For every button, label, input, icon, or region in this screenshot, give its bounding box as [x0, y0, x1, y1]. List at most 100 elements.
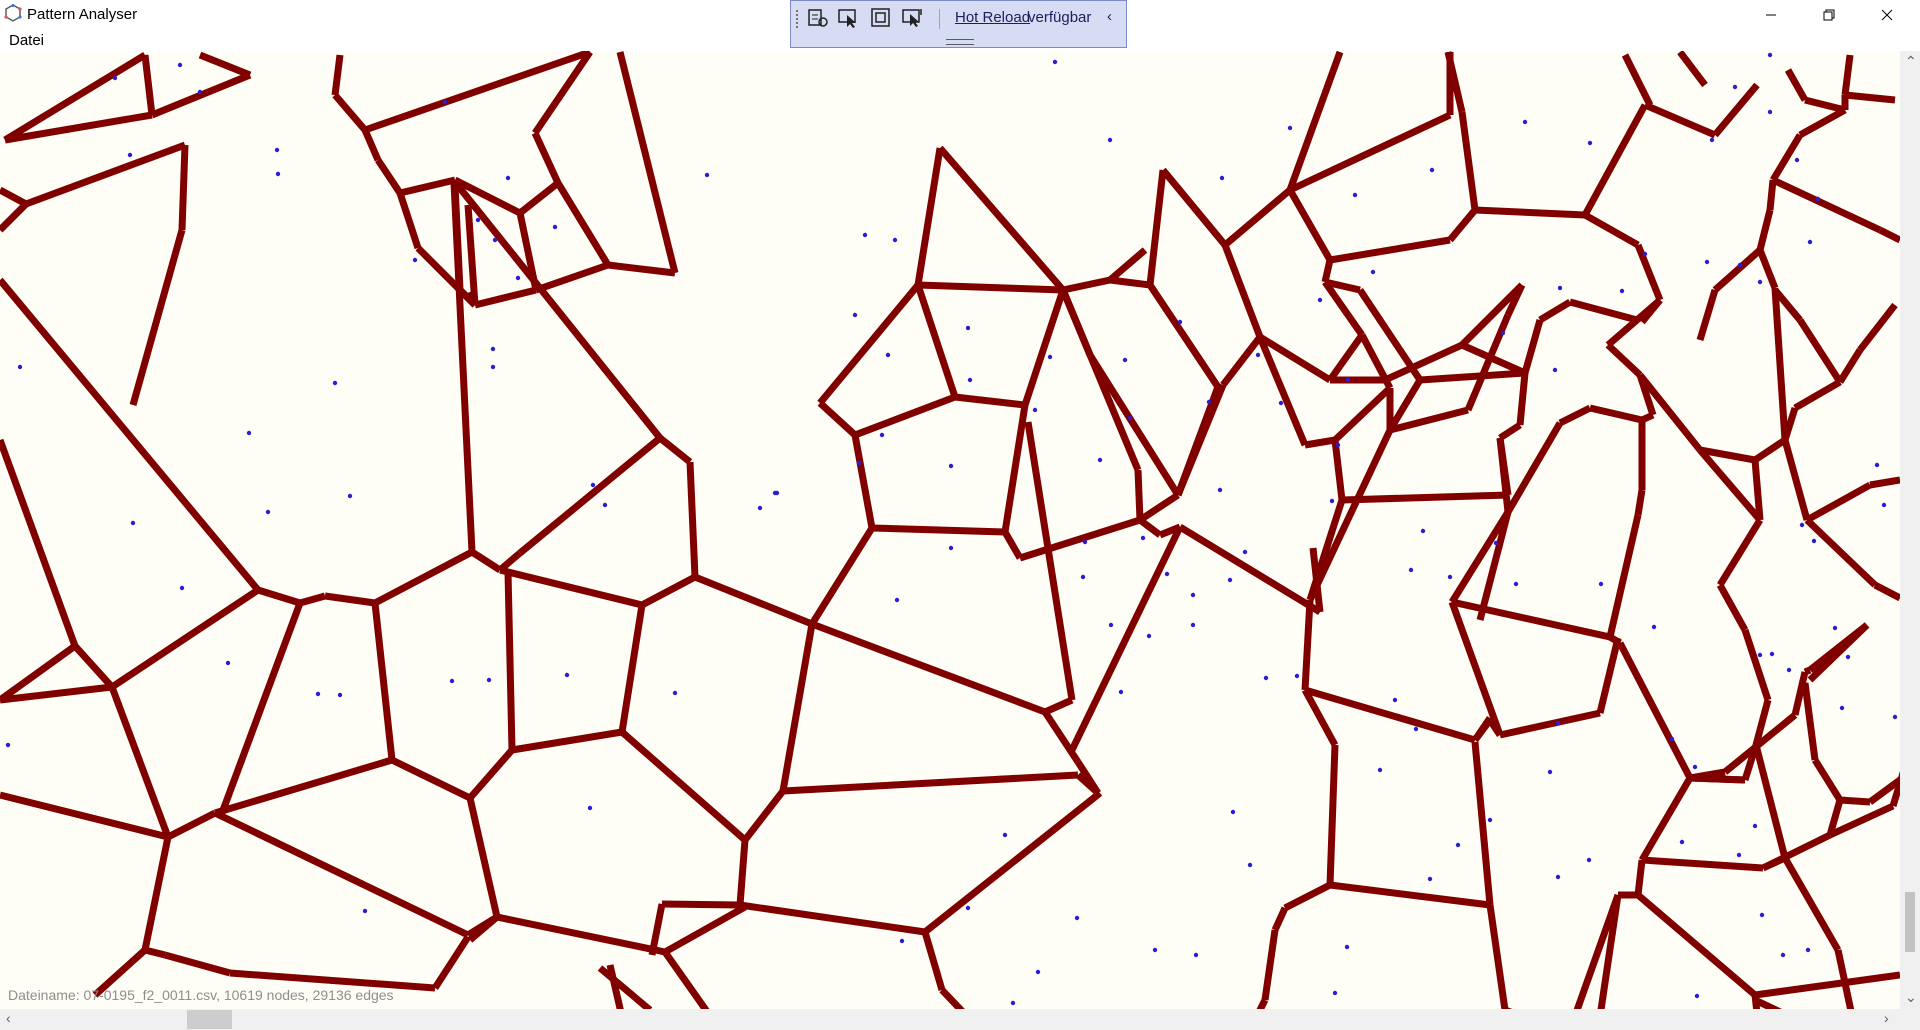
- graph-node: [1587, 140, 1593, 146]
- graph-node: [1344, 944, 1350, 950]
- hot-reload-link[interactable]: Hot Reload: [955, 9, 1030, 26]
- graph-node: [899, 938, 905, 944]
- graph-edge: [663, 903, 747, 956]
- graph-edge: [939, 987, 965, 1009]
- graph-edge: [1589, 404, 1643, 424]
- graph-edge: [1844, 91, 1896, 104]
- graph-node: [1035, 969, 1041, 975]
- graph-edge: [1419, 369, 1526, 384]
- graph-edge: [1147, 283, 1221, 389]
- scroll-left-icon[interactable]: ‹: [6, 1010, 11, 1026]
- display-layout-adorners-icon[interactable]: [869, 7, 893, 29]
- graph-node: [1769, 651, 1775, 657]
- scroll-up-icon[interactable]: ⌃: [1905, 53, 1917, 70]
- live-visual-tree-icon[interactable]: [806, 7, 830, 29]
- graph-edge: [1087, 353, 1181, 497]
- graph-node: [1455, 842, 1461, 848]
- graph-node: [1219, 175, 1225, 181]
- graph-edge: [1018, 516, 1142, 562]
- horizontal-scrollbar[interactable]: ‹ ›: [0, 1009, 1900, 1030]
- graph-edge: [1261, 929, 1279, 1001]
- graph-canvas[interactable]: Dateiname: 07-0195_f2_0011.csv, 10619 no…: [0, 51, 1900, 1009]
- graph-edge: [466, 797, 501, 918]
- graph-edge: [1781, 856, 1842, 952]
- graph-node: [1704, 259, 1710, 265]
- graph-edge: [1793, 378, 1842, 412]
- graph-node: [1832, 625, 1838, 631]
- graph-node: [449, 678, 455, 684]
- restore-button[interactable]: [1806, 0, 1852, 29]
- close-button[interactable]: [1864, 0, 1910, 29]
- graph-edge: [1329, 881, 1491, 909]
- graph-edge: [1640, 411, 1655, 424]
- graph-edge: [1756, 248, 1779, 290]
- graph-edge: [851, 434, 876, 529]
- graph-edge: [1286, 188, 1334, 262]
- graph-edge: [1634, 243, 1664, 302]
- graph-edge: [871, 524, 1006, 536]
- graph-node: [1815, 196, 1821, 202]
- graph-edge: [1696, 288, 1719, 342]
- graph-edge: [1458, 111, 1479, 211]
- voronoi-graph[interactable]: [0, 51, 1900, 1009]
- graph-node: [1522, 119, 1528, 125]
- graph-node: [1427, 876, 1433, 882]
- graph-edge: [662, 949, 710, 1009]
- graph-node: [1097, 457, 1103, 463]
- graph-edge: [1256, 998, 1269, 1009]
- graph-edge: [0, 791, 169, 841]
- graph-edge: [1504, 421, 1564, 514]
- graph-node: [197, 89, 203, 95]
- graph-edge: [229, 969, 436, 992]
- toolbar-drag-handle[interactable]: [946, 39, 974, 45]
- graph-node: [1002, 832, 1008, 838]
- scroll-down-icon[interactable]: ⌄: [1905, 989, 1917, 1006]
- graph-edge: [324, 592, 376, 607]
- graph-node: [1122, 357, 1128, 363]
- select-element-icon[interactable]: [837, 7, 861, 29]
- graph-node: [1752, 823, 1758, 829]
- graph-edge: [1283, 881, 1332, 912]
- graph-edge: [1641, 856, 1764, 872]
- graph-node: [1805, 947, 1811, 953]
- graph-node: [1619, 288, 1625, 294]
- horizontal-scroll-thumb[interactable]: [187, 1010, 232, 1029]
- graph-node: [1242, 549, 1248, 555]
- collapse-chevron-icon[interactable]: ‹: [1107, 8, 1112, 25]
- vertical-scroll-thumb[interactable]: [1905, 892, 1915, 952]
- graph-node: [1552, 367, 1558, 373]
- graph-edge: [1606, 514, 1642, 638]
- graph-node: [879, 432, 885, 438]
- graph-edge: [1558, 404, 1592, 427]
- scroll-right-icon[interactable]: ›: [1884, 1010, 1889, 1026]
- graph-edge: [1221, 243, 1264, 339]
- graph-edge: [504, 571, 516, 751]
- graph-edge: [1220, 334, 1263, 388]
- graph-edge: [1766, 179, 1777, 211]
- vertical-scrollbar[interactable]: ⌃ ⌄: [1900, 51, 1920, 1009]
- graph-edge: [517, 435, 663, 556]
- graph-edge: [1839, 796, 1871, 806]
- menu-item-datei[interactable]: Datei: [9, 32, 44, 49]
- track-focused-element-icon[interactable]: [901, 7, 925, 29]
- graph-edge: [1001, 404, 1029, 533]
- graph-node: [1839, 705, 1845, 711]
- graph-node: [1127, 415, 1133, 421]
- graph-node: [127, 152, 133, 158]
- graph-edge: [937, 145, 1066, 293]
- graph-node: [894, 597, 900, 603]
- graph-edge: [917, 281, 1064, 294]
- graph-node: [1429, 167, 1435, 173]
- graph-edge: [742, 788, 786, 843]
- toolbar-grip-icon[interactable]: [795, 9, 799, 29]
- graph-edge: [1447, 207, 1478, 243]
- graph-node: [1193, 952, 1199, 958]
- graph-edge: [1741, 628, 1772, 702]
- graph-edge: [1638, 776, 1694, 862]
- graph-node: [1227, 577, 1233, 583]
- graph-edge: [1857, 302, 1898, 353]
- graph-edge: [914, 283, 959, 399]
- minimize-button[interactable]: [1748, 0, 1794, 29]
- graph-node: [1767, 109, 1773, 115]
- graph-edge: [1752, 744, 1789, 859]
